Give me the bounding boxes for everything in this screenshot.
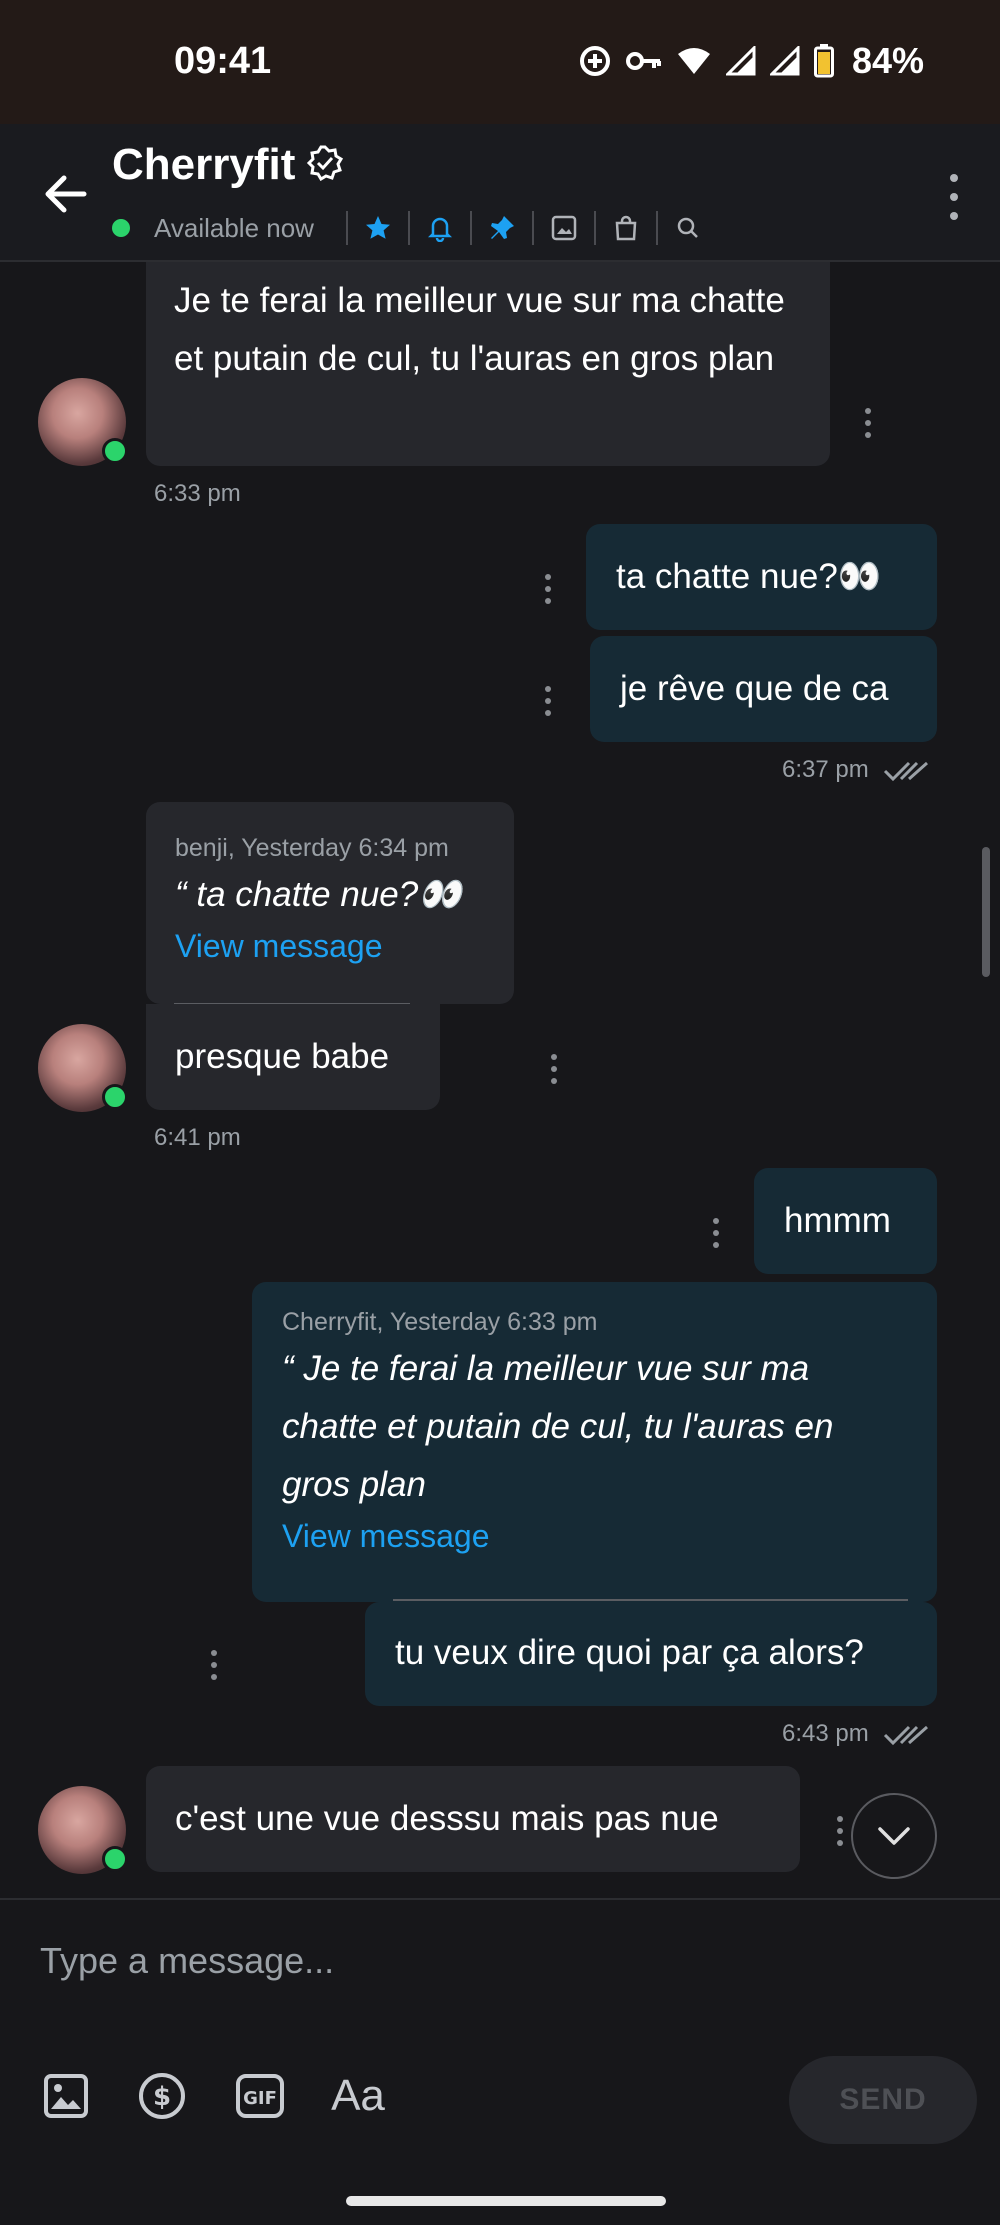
home-indicator[interactable]: [346, 2196, 666, 2206]
message-text: Je te ferai la meilleur vue sur ma chatt…: [174, 281, 785, 378]
quote-author: benji, Yesterday 6:34 pm: [175, 834, 449, 862]
message-text: c'est une vue desssu mais pas nue: [175, 1799, 719, 1838]
message-list[interactable]: Je te ferai la meilleur vue sur ma chatt…: [0, 262, 1000, 1898]
tip-button[interactable]: $: [136, 2070, 188, 2122]
message-options-button[interactable]: [550, 1054, 558, 1084]
avatar[interactable]: [38, 378, 128, 466]
outgoing-message[interactable]: je rêve que de ca: [590, 636, 937, 742]
battery-percent: 84%: [851, 40, 924, 81]
quote-divider: [393, 1599, 908, 1601]
signal-icon-2: [769, 46, 800, 76]
scroll-to-bottom-button[interactable]: [851, 1793, 937, 1879]
wifi-icon: [676, 46, 712, 76]
availability-status: Available now: [154, 212, 314, 243]
quote-text: “ ta chatte nue?👀: [175, 875, 462, 914]
message-options-button[interactable]: [712, 1218, 720, 1248]
status-bar: 09:41 84%: [0, 0, 1000, 124]
message-text: presque babe: [175, 1037, 390, 1076]
quote-author: Cherryfit, Yesterday 6:33 pm: [282, 1308, 598, 1336]
gif-button[interactable]: GIF: [234, 2070, 286, 2122]
message-time: 6:41 pm: [154, 1124, 241, 1151]
message-text: je rêve que de ca: [620, 669, 889, 708]
read-receipt-icon: [884, 761, 929, 781]
svg-text:$: $: [153, 2082, 171, 2112]
incoming-message[interactable]: Je te ferai la meilleur vue sur ma chatt…: [146, 262, 830, 466]
message-options-button[interactable]: [544, 574, 552, 604]
send-button[interactable]: SEND: [789, 2056, 977, 2144]
signal-icon: [725, 46, 756, 76]
message-text: hmmm: [784, 1201, 891, 1240]
message-options-button[interactable]: [210, 1650, 218, 1680]
message-composer: $ GIF Aa SEND: [0, 1898, 1000, 2225]
message-options-button[interactable]: [836, 1816, 844, 1846]
chat-header: Cherryfit Available now: [0, 124, 1000, 262]
pin-icon[interactable]: [486, 212, 518, 244]
outgoing-message[interactable]: ta chatte nue?👀: [586, 524, 937, 630]
dollar-icon: $: [139, 2073, 185, 2119]
data-saver-icon: [578, 44, 612, 78]
search-icon[interactable]: [672, 212, 704, 244]
status-icons: 84%: [578, 40, 924, 82]
status-time: 09:41: [174, 40, 272, 82]
shopping-bag-icon[interactable]: [610, 212, 642, 244]
message-text: tu veux dire quoi par ça alors?: [395, 1633, 864, 1672]
arrow-left-icon: [45, 175, 87, 213]
avatar[interactable]: [38, 1786, 128, 1874]
read-receipt-icon: [884, 1725, 929, 1745]
back-button[interactable]: [38, 166, 94, 222]
attach-image-button[interactable]: [40, 2070, 92, 2122]
view-message-link[interactable]: View message: [175, 924, 485, 968]
online-indicator: [102, 1846, 128, 1872]
message-options-button[interactable]: [864, 408, 872, 438]
gif-icon: GIF: [236, 2074, 284, 2118]
online-indicator: [102, 438, 128, 464]
message-options-button[interactable]: [544, 686, 552, 716]
notification-bell-icon[interactable]: [424, 212, 456, 244]
incoming-message[interactable]: c'est une vue desssu mais pas nue: [146, 1766, 800, 1872]
more-options-button[interactable]: [946, 174, 962, 220]
online-indicator: [102, 1084, 128, 1110]
outgoing-message[interactable]: hmmm: [754, 1168, 937, 1274]
vpn-key-icon: [625, 49, 662, 73]
message-time: 6:33 pm: [154, 480, 241, 507]
message-text: ta chatte nue?👀: [616, 557, 882, 596]
online-indicator: [112, 219, 130, 237]
scrollbar[interactable]: [982, 847, 990, 977]
text-format-button[interactable]: Aa: [328, 2070, 388, 2122]
chevron-down-icon: [878, 1827, 910, 1845]
gif-label: GIF: [243, 2088, 277, 2109]
verified-icon: [307, 145, 344, 186]
quoted-message-card[interactable]: benji, Yesterday 6:34 pm “ ta chatte nue…: [146, 802, 514, 1004]
battery-icon: [813, 44, 834, 78]
contact-name[interactable]: Cherryfit: [112, 140, 295, 190]
quote-text: “ Je te ferai la meilleur vue sur ma cha…: [282, 1349, 834, 1504]
message-input[interactable]: [38, 1930, 742, 1992]
image-icon: [44, 2074, 88, 2118]
quoted-message-card[interactable]: Cherryfit, Yesterday 6:33 pm “ Je te fer…: [252, 1282, 937, 1602]
avatar[interactable]: [38, 1024, 128, 1112]
outgoing-message[interactable]: tu veux dire quoi par ça alors?: [365, 1602, 937, 1706]
incoming-message[interactable]: presque babe: [146, 1004, 440, 1110]
message-time: 6:43 pm: [782, 1720, 929, 1748]
favorite-star-icon[interactable]: [362, 212, 394, 244]
message-time: 6:37 pm: [782, 756, 929, 784]
media-image-icon[interactable]: [548, 212, 580, 244]
view-message-link[interactable]: View message: [282, 1514, 907, 1558]
